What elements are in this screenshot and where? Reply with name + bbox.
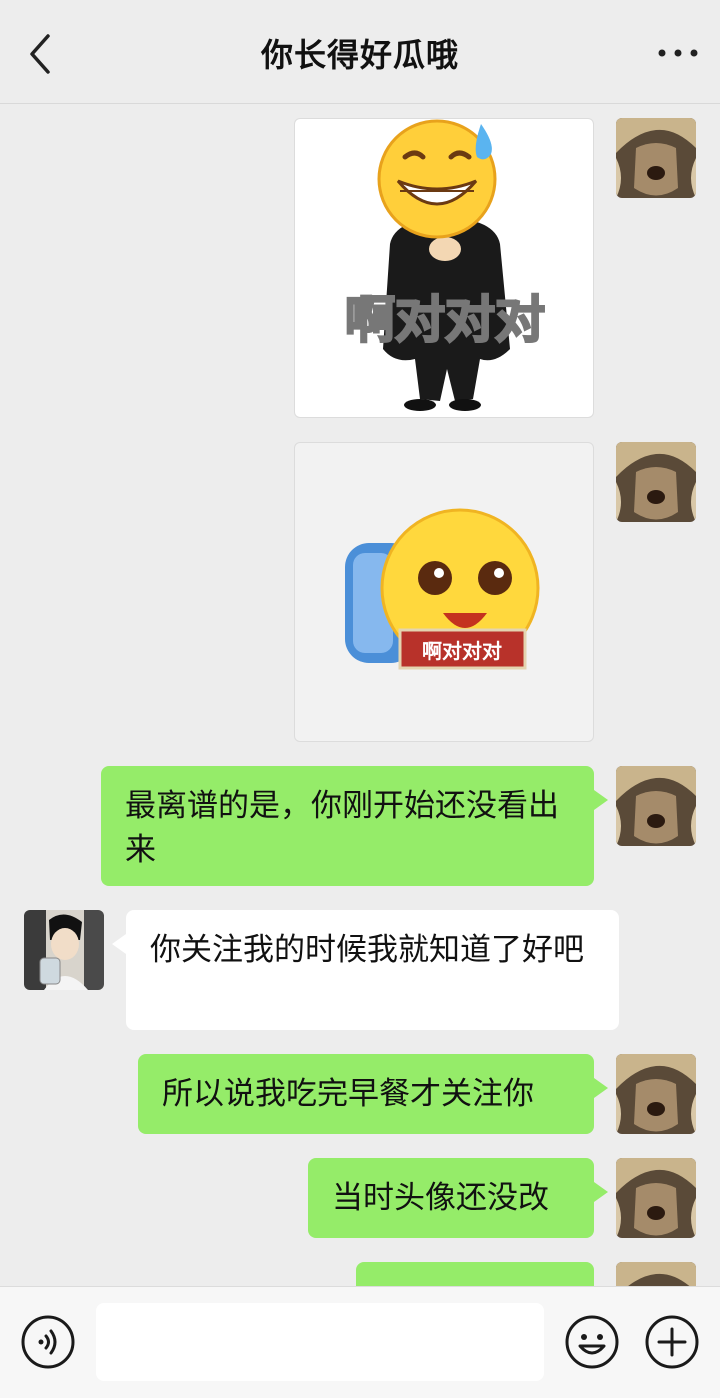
emoji-icon bbox=[565, 1315, 619, 1369]
sticker-caption: 啊对对对 bbox=[345, 291, 545, 349]
voice-button[interactable] bbox=[20, 1314, 76, 1370]
sent-message-bubble[interactable]: 当时头像还没改 bbox=[308, 1158, 608, 1238]
message-text: 所以说我吃完早餐才关注你 bbox=[162, 1076, 534, 1112]
my-avatar[interactable] bbox=[616, 1262, 696, 1286]
plus-button[interactable] bbox=[644, 1314, 700, 1370]
contact-avatar[interactable] bbox=[24, 910, 104, 990]
sent-message-bubble[interactable]: 最离谱的是，你刚开始还没看出来 bbox=[101, 766, 608, 886]
sticker-message[interactable]: 啊对对对 bbox=[294, 118, 594, 418]
message-text: 当时头像还没改 bbox=[332, 1180, 549, 1216]
message-list[interactable]: 啊对对对 啊对对对 最离谱的是，你刚开始还没看出来 你关注我的时候我就知道了好吧… bbox=[0, 105, 720, 1286]
my-avatar[interactable] bbox=[616, 1054, 696, 1134]
sent-message-bubble[interactable]: 所以说我吃完早餐才关注你 bbox=[138, 1054, 608, 1134]
message-text: 最离谱的是，你刚开始还没看出来 bbox=[125, 788, 559, 868]
my-avatar[interactable] bbox=[616, 442, 696, 522]
chat-header: 你长得好瓜哦 bbox=[0, 0, 720, 104]
input-bar bbox=[0, 1286, 720, 1398]
chat-title: 你长得好瓜哦 bbox=[260, 36, 459, 74]
message-input[interactable] bbox=[96, 1303, 544, 1381]
emoji-button[interactable] bbox=[564, 1314, 620, 1370]
sticker-image: 啊对对对 bbox=[345, 508, 540, 670]
sent-message-bubble[interactable] bbox=[356, 1262, 594, 1286]
my-avatar[interactable] bbox=[616, 1158, 696, 1238]
sticker-message[interactable]: 啊对对对 bbox=[294, 442, 594, 742]
more-dots-icon bbox=[658, 49, 698, 57]
message-text: 你关注我的时候我就知道了好吧 bbox=[150, 932, 584, 968]
voice-icon bbox=[21, 1315, 75, 1369]
my-avatar[interactable] bbox=[616, 766, 696, 846]
sticker-image: 啊对对对 bbox=[344, 119, 546, 411]
more-button[interactable] bbox=[656, 38, 700, 68]
my-avatar[interactable] bbox=[616, 118, 696, 198]
received-message-bubble[interactable]: 你关注我的时候我就知道了好吧 bbox=[112, 910, 619, 1030]
sticker-caption: 啊对对对 bbox=[422, 639, 502, 663]
plus-icon bbox=[645, 1315, 699, 1369]
